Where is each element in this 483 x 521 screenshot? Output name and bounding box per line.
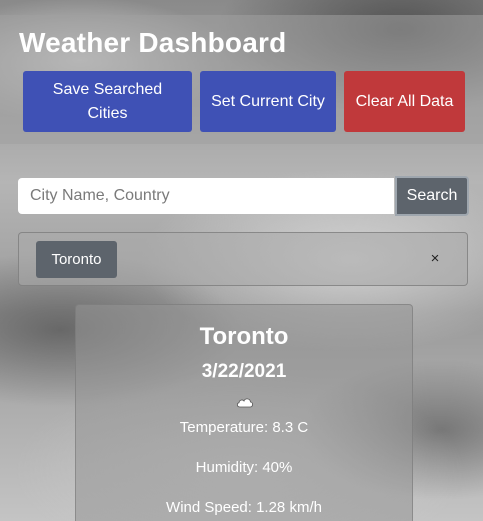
cloud-icon <box>237 398 253 408</box>
save-cities-button-label: Save Searched Cities <box>52 80 163 122</box>
weather-date: 3/22/2021 <box>201 361 287 382</box>
weather-humidity: Humidity: 40% <box>195 459 293 476</box>
weather-card: Toronto 3/22/2021 Temperature: 8.3 C Hum… <box>75 304 413 521</box>
weather-city-name: Toronto <box>199 323 289 350</box>
close-icon[interactable]: × <box>428 249 442 269</box>
city-search-input[interactable] <box>18 178 394 214</box>
save-cities-button[interactable]: Save Searched Cities <box>23 71 192 132</box>
set-current-city-button[interactable]: Set Current City <box>200 71 336 132</box>
search-button[interactable]: Search <box>395 176 469 216</box>
set-current-city-button-label: Set Current City <box>211 92 325 110</box>
clear-all-data-button[interactable]: Clear All Data <box>344 71 465 132</box>
weather-wind-speed: Wind Speed: 1.28 km/h <box>166 499 322 516</box>
clear-all-data-button-label: Clear All Data <box>355 92 454 110</box>
history-city-toronto[interactable]: Toronto <box>36 241 117 278</box>
page-title: Weather Dashboard <box>19 27 287 58</box>
history-city-label: Toronto <box>51 251 102 268</box>
weather-temperature: Temperature: 8.3 C <box>179 419 309 436</box>
search-history-panel: Toronto × <box>18 232 468 286</box>
search-button-label: Search <box>406 187 458 204</box>
